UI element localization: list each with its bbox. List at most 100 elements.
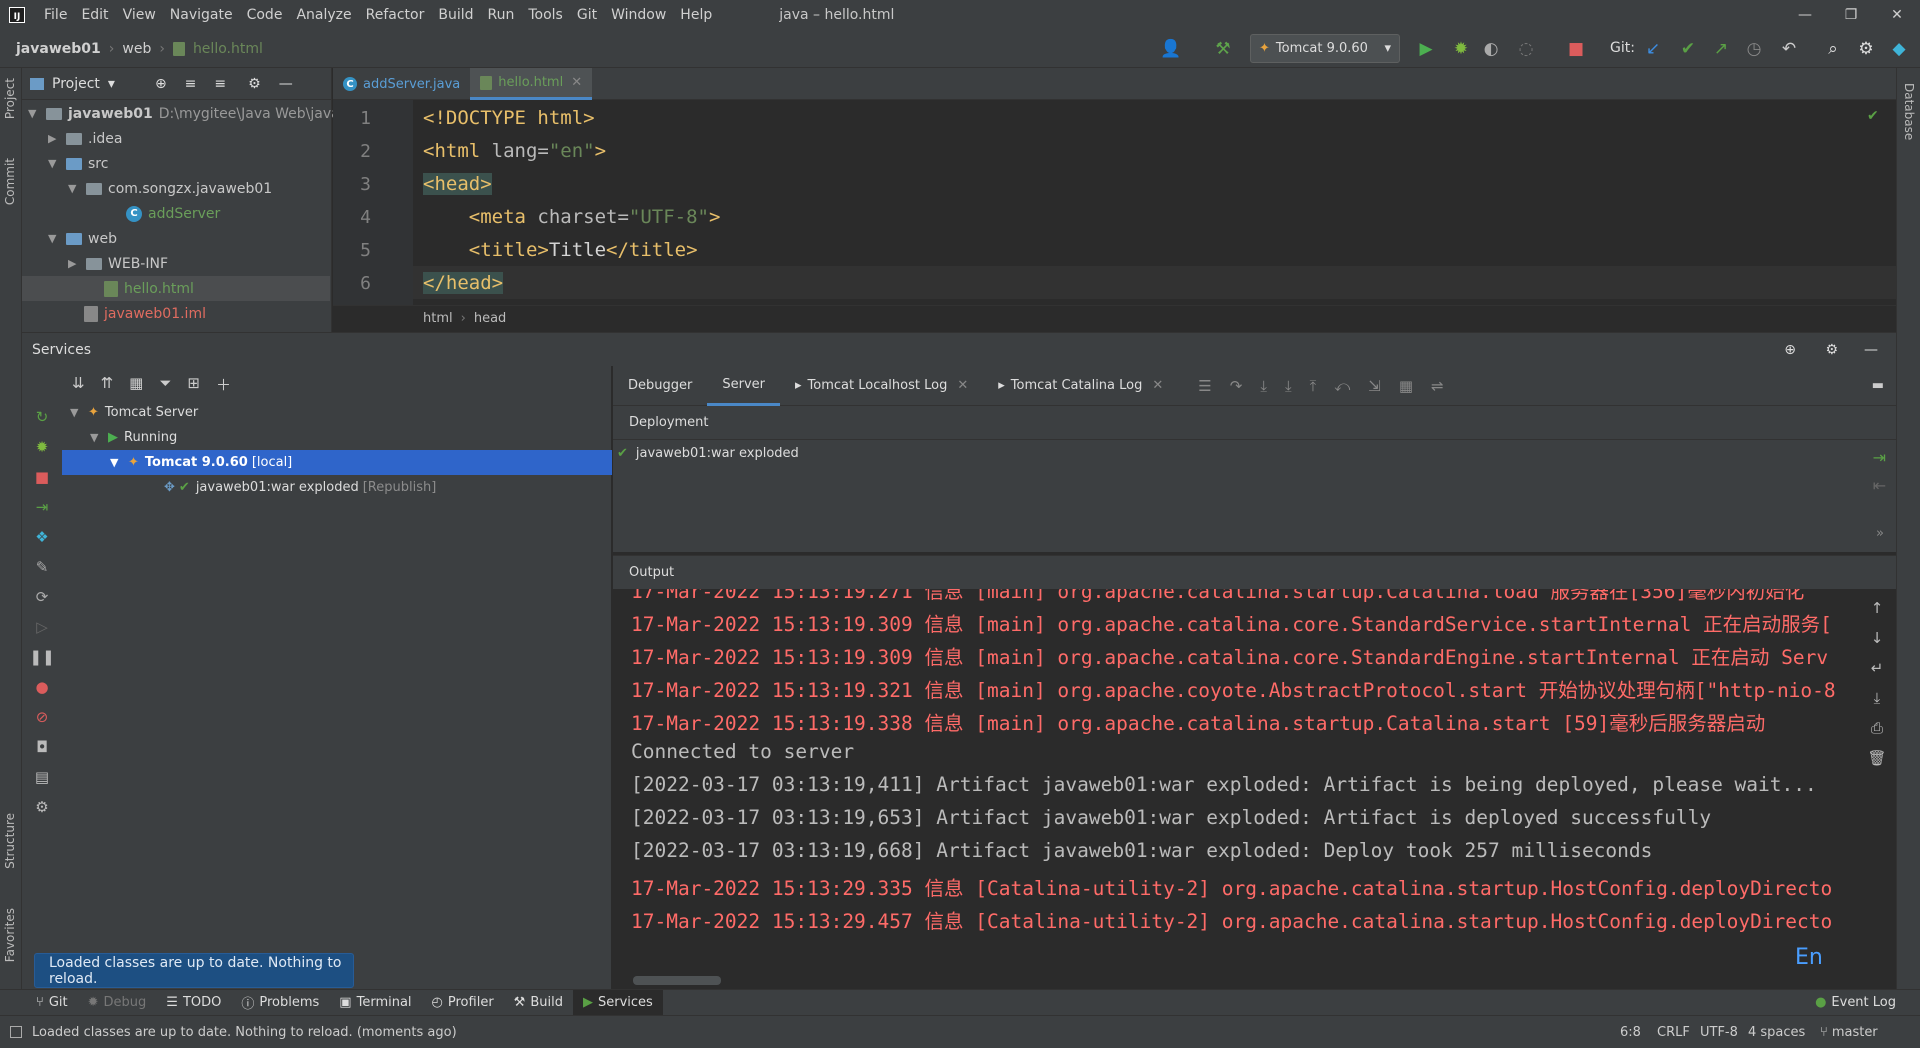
breadcrumb-html[interactable]: html bbox=[423, 311, 453, 326]
stop-icon[interactable]: ■ bbox=[35, 468, 49, 486]
deploy-icon[interactable]: ⇥ bbox=[36, 498, 49, 516]
trace-icon[interactable]: ⇌ bbox=[1431, 377, 1444, 395]
close-tab-icon[interactable]: ✕ bbox=[957, 378, 968, 393]
pause-icon[interactable]: ❚❚ bbox=[29, 648, 54, 666]
tree-item-hello-html[interactable]: hello.html bbox=[22, 276, 330, 301]
collapse-all-icon[interactable]: ≡ bbox=[214, 76, 226, 92]
debug-icon[interactable]: ✹ bbox=[36, 438, 49, 456]
chevron-right-icon[interactable]: ▶ bbox=[68, 257, 86, 270]
step-out-icon[interactable]: ⤒ bbox=[1310, 377, 1317, 395]
breakpoints-icon[interactable]: ● bbox=[35, 678, 48, 696]
tree-item-tomcat-instance[interactable]: ▼ ✦ Tomcat 9.0.60 [local] bbox=[62, 450, 612, 475]
horizontal-scrollbar[interactable] bbox=[633, 976, 721, 985]
refresh-icon[interactable]: ⟳ bbox=[36, 588, 49, 606]
evaluate-icon[interactable]: ▦ bbox=[1399, 377, 1413, 395]
filter-icon[interactable]: ⏷ bbox=[159, 374, 171, 395]
collapse-all-icon[interactable]: ⇈ bbox=[101, 374, 114, 395]
soft-wrap-icon[interactable]: ↵ bbox=[1871, 659, 1884, 677]
tool-debug[interactable]: ✹ Debug bbox=[78, 990, 157, 1016]
menu-code[interactable]: Code bbox=[240, 0, 290, 30]
menu-window[interactable]: Window bbox=[604, 0, 673, 30]
deployment-item[interactable]: ✔ javaweb01:war exploded bbox=[617, 441, 799, 466]
tree-item-package[interactable]: ▼ com.songzx.javaweb01 bbox=[68, 176, 272, 201]
menu-build[interactable]: Build bbox=[431, 0, 480, 30]
gear-icon[interactable]: ⚙ bbox=[1825, 342, 1838, 358]
coverage-icon[interactable]: ◐ bbox=[1480, 38, 1502, 60]
chevron-down-icon[interactable]: ▼ bbox=[70, 406, 88, 419]
breadcrumb-file[interactable]: hello.html bbox=[189, 41, 267, 57]
run-configuration-select[interactable]: ✦ Tomcat 9.0.60 ▾ bbox=[1250, 34, 1400, 63]
caret-position[interactable]: 6:8 bbox=[1620, 1025, 1641, 1040]
history-icon[interactable]: ◷ bbox=[1743, 38, 1765, 60]
inspection-ok-icon[interactable]: ✔ bbox=[1867, 108, 1879, 124]
close-tab-icon[interactable]: ✕ bbox=[1152, 378, 1163, 393]
tab-localhost-log[interactable]: ▸ Tomcat Localhost Log ✕ bbox=[780, 366, 983, 406]
menu-view[interactable]: View bbox=[116, 0, 163, 30]
menu-navigate[interactable]: Navigate bbox=[163, 0, 240, 30]
expand-all-icon[interactable]: ⇊ bbox=[72, 374, 85, 395]
tab-server[interactable]: Server bbox=[707, 366, 780, 406]
tool-todo[interactable]: ☰ TODO bbox=[156, 990, 231, 1016]
print-icon[interactable]: ⎙ bbox=[1871, 719, 1883, 737]
tool-git[interactable]: ⑂ Git bbox=[26, 990, 78, 1016]
chevron-down-icon[interactable]: ▾ bbox=[108, 76, 115, 92]
stop-icon[interactable]: ■ bbox=[1565, 38, 1587, 60]
locate-icon[interactable]: ⊕ bbox=[155, 76, 167, 92]
undeploy-icon[interactable]: ⇤ bbox=[1873, 476, 1886, 495]
tree-item-javaweb01[interactable]: ▼ javaweb01 D:\mygitee\Java Web\java-w bbox=[28, 101, 356, 126]
close-tab-icon[interactable]: ✕ bbox=[571, 75, 582, 90]
breadcrumb-project[interactable]: javaweb01 bbox=[12, 41, 105, 57]
menu-analyze[interactable]: Analyze bbox=[289, 0, 358, 30]
tree-item-iml[interactable]: javaweb01.iml bbox=[84, 301, 206, 326]
menu-help[interactable]: Help bbox=[673, 0, 719, 30]
menu-file[interactable]: File bbox=[37, 0, 74, 30]
git-push-icon[interactable]: ↗ bbox=[1710, 38, 1732, 60]
tool-event-log[interactable]: ● Event Log bbox=[1805, 990, 1906, 1016]
database-tool-label[interactable]: Database bbox=[1902, 83, 1916, 140]
menu-refactor[interactable]: Refactor bbox=[359, 0, 432, 30]
chevron-down-icon[interactable]: ▼ bbox=[28, 107, 46, 120]
layout-icon[interactable]: ▤ bbox=[35, 768, 49, 786]
project-panel-title[interactable]: Project bbox=[52, 76, 100, 92]
tool-problems[interactable]: ⓘ Problems bbox=[231, 990, 329, 1016]
commit-tool-label[interactable]: Commit bbox=[3, 158, 17, 205]
run-to-cursor-icon[interactable]: ⇲ bbox=[1368, 377, 1381, 395]
chevron-down-icon[interactable]: ▼ bbox=[110, 456, 128, 469]
settings-gear-icon[interactable]: ⚙ bbox=[1855, 38, 1877, 60]
mute-breakpoints-icon[interactable]: ⊘ bbox=[36, 708, 49, 726]
tool-profiler[interactable]: ◴ Profiler bbox=[422, 990, 504, 1016]
breadcrumb-head[interactable]: head bbox=[474, 311, 506, 326]
console-output[interactable]: 17-Mar-2022 15:13:19.271 信息 [main] org.a… bbox=[613, 589, 1858, 989]
up-arrow-icon[interactable]: ↑ bbox=[1871, 599, 1884, 617]
down-arrow-icon[interactable]: ↓ bbox=[1871, 629, 1884, 647]
build-hammer-icon[interactable]: ⚒ bbox=[1212, 38, 1234, 60]
artifacts-icon[interactable]: ❖ bbox=[35, 528, 48, 546]
minimize-icon[interactable]: — bbox=[1782, 0, 1828, 30]
toggle-tool-windows-icon[interactable] bbox=[10, 1026, 22, 1038]
settings-gear-icon[interactable]: ⚙ bbox=[35, 798, 48, 816]
rollback-icon[interactable]: ↶ bbox=[1778, 38, 1800, 60]
expand-all-icon[interactable]: ≡ bbox=[185, 76, 197, 92]
locate-icon[interactable]: ⊕ bbox=[1784, 342, 1796, 358]
tool-build[interactable]: ⚒ Build bbox=[504, 990, 573, 1016]
tab-catalina-log[interactable]: ▸ Tomcat Catalina Log ✕ bbox=[983, 366, 1178, 406]
close-icon[interactable]: ✕ bbox=[1874, 0, 1920, 30]
git-branch[interactable]: ⑂ master bbox=[1820, 1025, 1878, 1040]
status-message[interactable]: Loaded classes are up to date. Nothing t… bbox=[32, 1025, 457, 1040]
project-tool-label[interactable]: Project bbox=[3, 78, 17, 119]
favorites-tool-label[interactable]: Favorites bbox=[3, 908, 17, 962]
tree-item-tomcat-server[interactable]: ▼ ✦ Tomcat Server bbox=[70, 400, 198, 425]
restore-icon[interactable]: ❐ bbox=[1828, 0, 1874, 30]
hide-icon[interactable]: — bbox=[279, 76, 293, 92]
profile-icon[interactable]: ◌ bbox=[1515, 38, 1537, 60]
tab-addserver-java[interactable]: C addServer.java bbox=[333, 68, 470, 100]
add-service-icon[interactable]: ＋ bbox=[216, 374, 231, 395]
git-commit-icon[interactable]: ✔ bbox=[1677, 38, 1699, 60]
scroll-to-end-icon[interactable]: ⤓ bbox=[1874, 689, 1881, 707]
menu-run[interactable]: Run bbox=[481, 0, 522, 30]
rerun-icon[interactable]: ↻ bbox=[36, 408, 49, 426]
menu-edit[interactable]: Edit bbox=[74, 0, 115, 30]
threads-icon[interactable]: ☰ bbox=[1198, 377, 1211, 395]
step-over-icon[interactable]: ↷ bbox=[1230, 377, 1243, 395]
tree-item-addserver[interactable]: C addServer bbox=[126, 201, 220, 226]
